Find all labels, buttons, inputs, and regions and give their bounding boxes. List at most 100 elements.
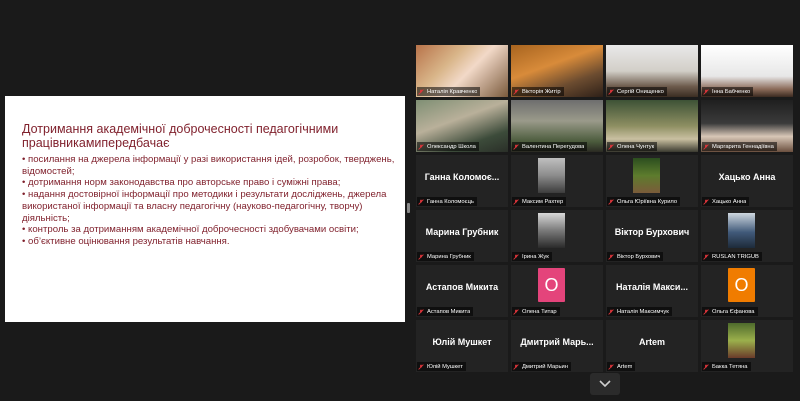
- muted-mic-icon: [513, 308, 519, 315]
- muted-mic-icon: [703, 88, 709, 95]
- muted-mic-icon: [418, 88, 424, 95]
- participant-tile[interactable]: Олександр Школа: [416, 100, 508, 152]
- participant-tile[interactable]: Наталія Кравченко: [416, 45, 508, 97]
- participant-name-label: Марина Грубник: [417, 252, 474, 261]
- participant-display-name: Дмитрий Марь...: [520, 337, 594, 347]
- participant-name: Юлій Мушкет: [427, 363, 463, 370]
- participant-name: Інна Бабченко: [712, 88, 751, 95]
- muted-mic-icon: [608, 88, 614, 95]
- participant-tile[interactable]: Хацько Анна Хацько Анна: [701, 155, 793, 207]
- participant-name: Ірина Жук: [522, 253, 549, 260]
- panel-resize-handle[interactable]: [407, 203, 410, 213]
- slide-bullet: • посилання на джерела інформації у разі…: [22, 154, 395, 177]
- participant-name-label: Інна Бабченко: [702, 87, 754, 96]
- participant-tile[interactable]: Наталія Макси... Наталія Максимчук: [606, 265, 698, 317]
- muted-mic-icon: [513, 198, 519, 205]
- participant-tile[interactable]: Сергій Онищенко: [606, 45, 698, 97]
- participant-name: Маргарита Геннадіївна: [712, 143, 774, 150]
- participant-name-label: Хацько Анна: [702, 197, 750, 206]
- muted-mic-icon: [418, 363, 424, 370]
- participant-tile[interactable]: Юлій Мушкет Юлій Мушкет: [416, 320, 508, 372]
- participant-display-name: Ганна Коломоє...: [424, 172, 500, 182]
- participant-display-name: Астапов Микита: [425, 282, 499, 292]
- muted-mic-icon: [418, 198, 424, 205]
- participant-tile[interactable]: Марина Грубник Марина Грубник: [416, 210, 508, 262]
- participant-name-label: Віктор Бурхович: [607, 252, 664, 261]
- muted-mic-icon: [418, 143, 424, 150]
- scroll-down-button[interactable]: [590, 373, 620, 395]
- slide-title: Дотримання академічної доброчесності пед…: [22, 122, 339, 150]
- participant-name-label: Максим Рахтер: [512, 197, 567, 206]
- participant-tile[interactable]: Ольга Юріївна Курило: [606, 155, 698, 207]
- participant-name: RUSLAN TRIGUB: [712, 253, 759, 260]
- participant-tile[interactable]: Інна Бабченко: [701, 45, 793, 97]
- muted-mic-icon: [608, 198, 614, 205]
- participant-tile[interactable]: Ірина Жук: [511, 210, 603, 262]
- participant-tile[interactable]: Віктор Бурхович Віктор Бурхович: [606, 210, 698, 262]
- participant-name-label: Ганна Коломоєць: [417, 197, 477, 206]
- slide-bullet: • контроль за дотриманням академічної до…: [22, 224, 359, 236]
- participant-name: Сергій Онищенко: [617, 88, 664, 95]
- slide-bullet: • надання достовірної інформації про мет…: [22, 189, 387, 224]
- participant-name: Наталія Кравченко: [427, 88, 478, 95]
- participant-name: Ганна Коломоєць: [427, 198, 474, 205]
- participant-display-name: Марина Грубник: [425, 227, 499, 237]
- participant-name-label: Ірина Жук: [512, 252, 552, 261]
- participant-display-name: Віктор Бурхович: [614, 227, 690, 237]
- participant-name: Максим Рахтер: [522, 198, 564, 205]
- participant-name-label: Бакка Тетяна: [702, 362, 751, 371]
- participant-name: Олександр Школа: [427, 143, 476, 150]
- participant-tile[interactable]: Валентина Перегудова: [511, 100, 603, 152]
- participant-tile[interactable]: Максим Рахтер: [511, 155, 603, 207]
- participant-name: Вікторія Житір: [522, 88, 561, 95]
- participant-name-label: Ольга Єфанова: [702, 307, 758, 316]
- participant-name-label: Наталія Кравченко: [417, 87, 481, 96]
- participant-tile[interactable]: Дмитрий Марь... Дмитрий Марьин: [511, 320, 603, 372]
- participant-name-label: Вікторія Житір: [512, 87, 564, 96]
- participant-name-label: Валентина Перегудова: [512, 142, 588, 151]
- participant-name-label: Олена Титар: [512, 307, 560, 316]
- participant-name: Дмитрий Марьин: [522, 363, 568, 370]
- participant-tile[interactable]: Астапов Микита Астапов Микита: [416, 265, 508, 317]
- participant-display-name: Artem: [638, 337, 665, 347]
- muted-mic-icon: [608, 363, 614, 370]
- participant-name-label: Ольга Юріївна Курило: [607, 197, 681, 206]
- slide-bullet: • об’єктивне оцінювання результатів навч…: [22, 235, 230, 247]
- participant-tile[interactable]: О Ольга Єфанова: [701, 265, 793, 317]
- shared-screen: Дотримання академічної доброчесності пед…: [5, 96, 405, 322]
- participant-tile[interactable]: Ганна Коломоє... Ганна Коломоєць: [416, 155, 508, 207]
- participant-display-name: Юлій Мушкет: [432, 337, 492, 347]
- participant-tile[interactable]: RUSLAN TRIGUB: [701, 210, 793, 262]
- participant-tile[interactable]: О Олена Титар: [511, 265, 603, 317]
- muted-mic-icon: [703, 253, 709, 260]
- participant-name: Астапов Микита: [427, 308, 471, 315]
- muted-mic-icon: [703, 363, 709, 370]
- muted-mic-icon: [608, 308, 614, 315]
- muted-mic-icon: [513, 143, 519, 150]
- participant-name-label: RUSLAN TRIGUB: [702, 252, 762, 261]
- participant-name: Олена Титар: [522, 308, 557, 315]
- participant-name-label: Наталія Максимчук: [607, 307, 672, 316]
- slide-bullets: • посилання на джерела інформації у разі…: [22, 154, 400, 248]
- participant-name-label: Юлій Мушкет: [417, 362, 466, 371]
- participant-name: Бакка Тетяна: [712, 363, 748, 370]
- participant-name: Олена Чунтук: [617, 143, 655, 150]
- profile-photo: [728, 323, 755, 358]
- participant-name-label: Олександр Школа: [417, 142, 479, 151]
- participant-name: Марина Грубник: [427, 253, 471, 260]
- participant-tile[interactable]: Artem Artem: [606, 320, 698, 372]
- participant-tile[interactable]: Вікторія Житір: [511, 45, 603, 97]
- participant-name: Хацько Анна: [712, 198, 747, 205]
- muted-mic-icon: [608, 253, 614, 260]
- participant-tile[interactable]: Бакка Тетяна: [701, 320, 793, 372]
- participant-name: Наталія Максимчук: [617, 308, 669, 315]
- participant-name: Ольга Юріївна Курило: [617, 198, 678, 205]
- profile-photo: [633, 158, 660, 193]
- profile-photo: [538, 213, 565, 248]
- muted-mic-icon: [513, 253, 519, 260]
- slide-bullet: • дотримання норм законодавства про авто…: [22, 177, 341, 189]
- muted-mic-icon: [418, 253, 424, 260]
- participant-tile[interactable]: Маргарита Геннадіївна: [701, 100, 793, 152]
- profile-photo: [538, 158, 565, 193]
- participant-tile[interactable]: Олена Чунтук: [606, 100, 698, 152]
